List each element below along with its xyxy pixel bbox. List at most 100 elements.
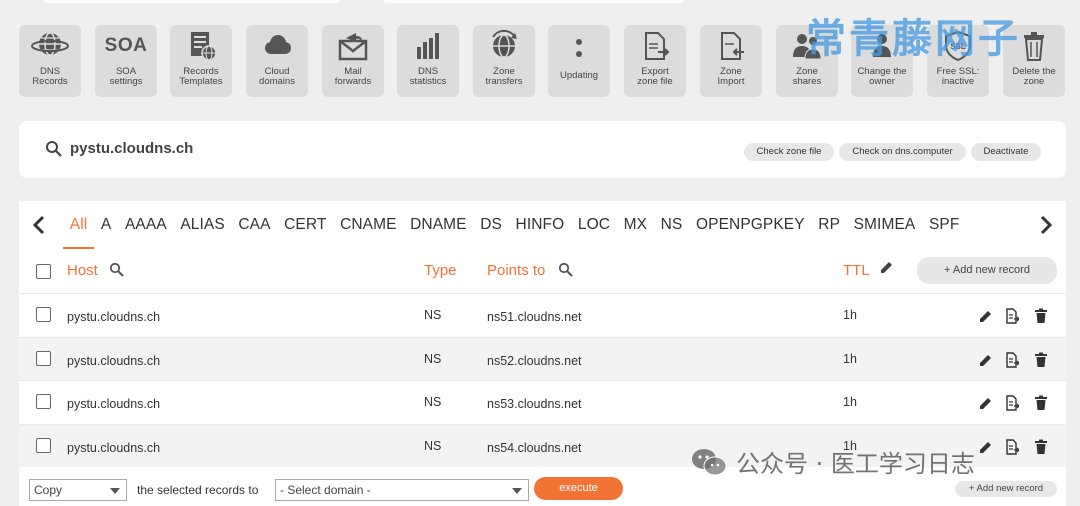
wechat-icon <box>692 448 727 475</box>
tab-smimea[interactable]: SMIMEA <box>847 216 922 250</box>
copy-record-icon[interactable] <box>1005 351 1020 368</box>
column-points-to[interactable]: Points to <box>487 262 545 279</box>
execute-button[interactable]: execute <box>534 477 623 500</box>
deactivate-button[interactable]: Deactivate <box>971 143 1041 161</box>
bulk-action-select-value: Copy <box>34 483 63 497</box>
tool-dns-records[interactable]: DNS Records <box>19 25 81 97</box>
wechat-overlay-text: 公众号 · 医工学习日志 <box>736 450 975 478</box>
target-domain-select-value: - Select domain - <box>280 483 371 497</box>
copy-record-icon[interactable] <box>1005 395 1020 411</box>
copy-record-icon[interactable] <box>1005 308 1020 324</box>
check-zone-file-button[interactable]: Check zone file <box>744 143 834 161</box>
tool-mail-forwards[interactable]: Mail forwards <box>322 25 384 97</box>
points-to-search-icon[interactable] <box>558 262 573 277</box>
tab-spf[interactable]: SPF <box>922 216 966 250</box>
row-host: pystu.cloudns.ch <box>67 310 161 324</box>
target-domain-select[interactable]: - Select domain - <box>275 479 529 501</box>
row-type: NS <box>424 351 442 366</box>
tool-label: DNS Records <box>32 66 68 87</box>
tool-soa-settings[interactable]: SOA SOA settings <box>95 25 157 97</box>
tab-rp[interactable]: RP <box>811 216 846 250</box>
column-ttl[interactable]: TTL <box>843 262 870 279</box>
bulk-action-select[interactable]: Copy <box>29 479 127 501</box>
records-templates-icon <box>191 32 217 61</box>
scroll-stub-right <box>384 0 684 3</box>
tool-label: Zone transfers <box>485 66 523 87</box>
tab-loc[interactable]: LOC <box>571 216 617 250</box>
table-row[interactable]: pystu.cloudns.ch NS ns53.cloudns.net 1h <box>19 381 1066 425</box>
row-checkbox[interactable] <box>36 350 51 366</box>
row-checkbox[interactable] <box>36 437 51 453</box>
export-file-icon <box>645 32 670 60</box>
row-ttl: 1h <box>843 351 857 366</box>
delete-icon[interactable] <box>1034 308 1048 324</box>
cloud-icon <box>265 35 291 54</box>
add-new-record-button[interactable]: + Add new record <box>917 257 1057 284</box>
ttl-edit-icon[interactable] <box>880 261 893 274</box>
tab-a[interactable]: A <box>94 216 118 250</box>
select-all-checkbox[interactable] <box>36 264 51 279</box>
tab-cert[interactable]: CERT <box>277 216 333 250</box>
domain-header-card: pystu.cloudns.ch Check zone file Check o… <box>19 121 1066 178</box>
import-file-icon <box>721 32 744 60</box>
table-row[interactable]: pystu.cloudns.ch NS ns52.cloudns.net 1h <box>19 337 1066 381</box>
tab-aaaa[interactable]: AAAA <box>118 216 173 250</box>
table-row[interactable]: pystu.cloudns.ch NS ns51.cloudns.net 1h <box>19 294 1066 338</box>
tool-dns-statistics[interactable]: DNS statistics <box>397 25 459 97</box>
zone-transfer-icon <box>492 30 517 58</box>
soa-icon: SOA <box>104 35 148 56</box>
watermark-text: 常青藤网子 <box>806 16 1021 62</box>
tool-label: Export zone file <box>637 66 673 87</box>
delete-icon[interactable] <box>1034 439 1048 455</box>
tool-label: Zone shares <box>792 66 822 87</box>
tool-updating[interactable]: Updating <box>548 25 610 97</box>
row-points-to: ns52.cloudns.net <box>487 353 582 368</box>
tab-dname[interactable]: DNAME <box>403 216 473 250</box>
column-host[interactable]: Host <box>67 262 98 279</box>
edit-icon[interactable] <box>978 308 992 324</box>
tool-records-templates[interactable]: Records Templates <box>170 25 232 97</box>
tab-alias[interactable]: ALIAS <box>174 216 232 250</box>
chevron-left-icon[interactable] <box>32 215 46 235</box>
bulk-action-label: the selected records to <box>137 483 259 497</box>
tab-all[interactable]: All <box>63 216 95 250</box>
row-checkbox[interactable] <box>36 307 51 322</box>
tool-label: DNS statistics <box>409 66 447 87</box>
row-host: pystu.cloudns.ch <box>67 440 161 455</box>
wechat-overlay: 公众号 · 医工学习日志 <box>690 444 975 479</box>
tool-zone-import[interactable]: Zone Import <box>700 25 762 97</box>
row-points-to: ns53.cloudns.net <box>487 397 582 411</box>
tab-mx[interactable]: MX <box>617 216 654 250</box>
tab-openpgpkey[interactable]: OPENPGPKEY <box>689 216 811 250</box>
check-dns-computer-button[interactable]: Check on dns.computer <box>839 143 966 161</box>
tool-label: SOA settings <box>109 66 143 87</box>
column-type[interactable]: Type <box>424 262 457 279</box>
tool-label: Delete the zone <box>1012 66 1056 87</box>
tab-hinfo[interactable]: HINFO <box>509 216 571 250</box>
row-checkbox[interactable] <box>36 394 51 409</box>
tool-label: Updating <box>559 70 599 81</box>
host-search-icon[interactable] <box>109 262 124 277</box>
tab-ns[interactable]: NS <box>654 216 689 250</box>
tool-label: Records Templates <box>179 66 223 87</box>
tool-export-zone-file[interactable]: Export zone file <box>624 25 686 97</box>
mail-forward-icon <box>338 33 368 61</box>
add-new-record-bottom-button[interactable]: + Add new record <box>955 481 1057 497</box>
tab-caa[interactable]: CAA <box>232 216 278 250</box>
records-table: Host Type Points to TTL + Add new record… <box>19 251 1066 468</box>
table-body: pystu.cloudns.ch NS ns51.cloudns.net 1h pyst… <box>19 294 1066 468</box>
tab-ds[interactable]: DS <box>473 216 508 250</box>
row-ttl: 1h <box>843 395 857 409</box>
tool-zone-transfers[interactable]: Zone transfers <box>473 25 535 97</box>
edit-icon[interactable] <box>978 352 992 368</box>
delete-icon[interactable] <box>1034 395 1048 411</box>
tool-label: Mail forwards <box>334 66 372 87</box>
tool-cloud-domains[interactable]: Cloud domains <box>246 25 308 97</box>
delete-icon[interactable] <box>1034 352 1048 368</box>
edit-icon[interactable] <box>978 439 992 455</box>
copy-record-icon[interactable] <box>1005 438 1020 455</box>
chevron-right-icon[interactable] <box>1039 215 1053 235</box>
tool-label: Zone Import <box>717 66 745 87</box>
tab-cname[interactable]: CNAME <box>333 216 403 250</box>
edit-icon[interactable] <box>978 395 992 411</box>
